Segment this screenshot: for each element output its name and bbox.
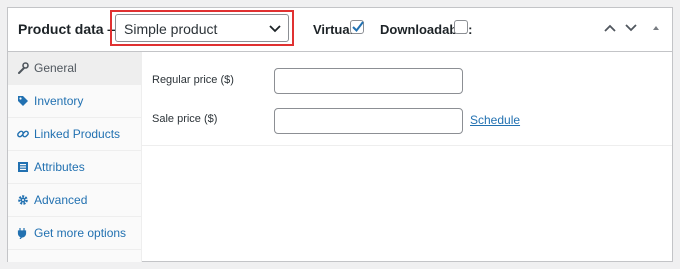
regular-price-input[interactable]	[274, 68, 463, 94]
list-icon	[18, 162, 28, 172]
gear-icon	[18, 195, 28, 205]
plugin-icon	[17, 228, 27, 239]
tab-linked-products[interactable]: Linked Products	[8, 118, 141, 151]
chevron-down-icon[interactable]	[624, 22, 638, 34]
schedule-link[interactable]: Schedule	[470, 113, 520, 127]
downloadable-checkbox[interactable]	[454, 20, 468, 34]
product-type-value: Simple product	[124, 21, 218, 37]
collapse-triangle-icon[interactable]	[649, 22, 663, 34]
product-data-header: Product data — Simple product Virtual: D…	[8, 8, 672, 52]
wrench-icon	[18, 62, 29, 74]
tab-get-more-options-label: Get more options	[34, 226, 127, 240]
tab-advanced[interactable]: Advanced	[8, 184, 141, 217]
regular-price-label: Regular price ($)	[152, 74, 234, 86]
chevron-up-icon[interactable]	[603, 22, 617, 34]
product-data-tabs: General Inventory Linked Products Attrib…	[8, 52, 142, 262]
tab-attributes-label: Attributes	[34, 160, 85, 174]
general-panel: Regular price ($) Sale price ($) Schedul…	[142, 52, 672, 262]
sale-price-label: Sale price ($)	[152, 113, 218, 125]
tab-general[interactable]: General	[8, 52, 141, 85]
tab-advanced-label: Advanced	[34, 193, 88, 207]
chevron-down-icon	[269, 25, 281, 33]
tab-linked-products-label: Linked Products	[34, 127, 121, 141]
tab-inventory[interactable]: Inventory	[8, 85, 141, 118]
product-data-panel: Product data — Simple product Virtual: D…	[7, 7, 673, 262]
tab-inventory-label: Inventory	[34, 94, 84, 108]
sale-price-input[interactable]	[274, 108, 463, 134]
link-icon	[17, 130, 29, 138]
tag-icon	[18, 96, 28, 106]
tab-general-label: General	[34, 61, 77, 75]
product-type-select[interactable]: Simple product	[115, 14, 289, 42]
tab-attributes[interactable]: Attributes	[8, 151, 141, 184]
tab-get-more-options[interactable]: Get more options	[8, 217, 141, 250]
panel-title: Product data —	[18, 21, 122, 37]
checkmark-icon	[352, 21, 364, 33]
virtual-checkbox[interactable]	[350, 20, 364, 34]
divider	[142, 145, 672, 146]
